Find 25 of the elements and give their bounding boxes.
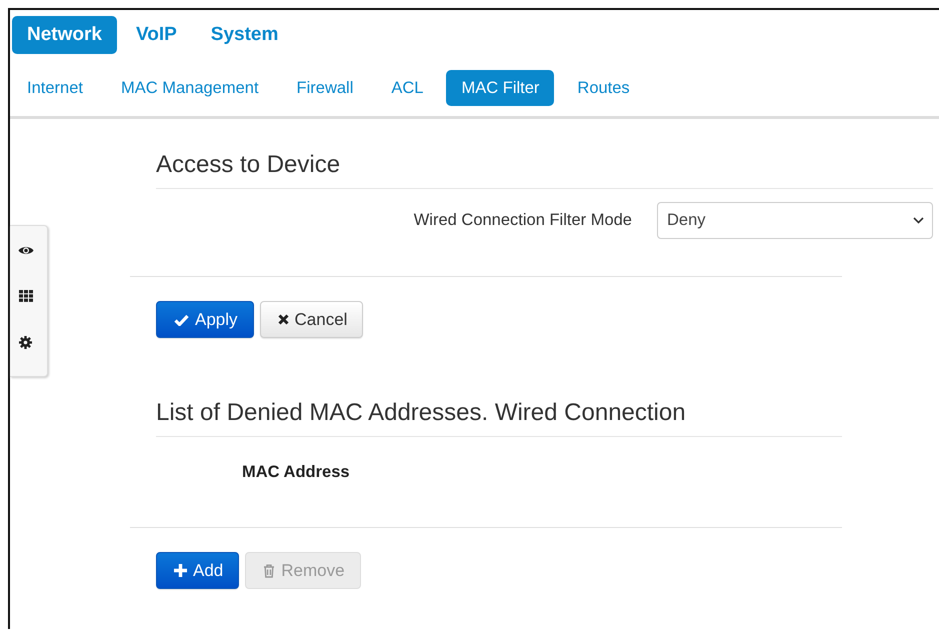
grid-icon[interactable] [18, 290, 32, 302]
sub-tab[interactable]: Firewall [282, 70, 368, 106]
sub-tab[interactable]: Routes [562, 70, 645, 106]
section-heading: Access to Device [156, 151, 933, 189]
sub-tab[interactable]: MAC Filter [446, 70, 554, 106]
trash-icon [263, 564, 276, 578]
sub-tab[interactable]: Internet [12, 70, 98, 106]
cancel-button[interactable]: Cancel [260, 301, 364, 338]
add-button[interactable]: Add [156, 552, 240, 589]
field-label: Wired Connection Filter Mode [414, 211, 632, 230]
eye-icon[interactable] [18, 245, 34, 256]
main-tab[interactable]: System [196, 16, 294, 54]
sub-tab[interactable]: MAC Management [106, 70, 274, 106]
settings-icon[interactable] [19, 336, 32, 349]
filter-mode-select[interactable]: Deny [657, 202, 933, 239]
check-icon [174, 314, 189, 326]
section-heading: List of Denied MAC Addresses. Wired Connection [156, 399, 842, 437]
sub-tab[interactable]: ACL [376, 70, 438, 106]
chevron-down-icon [913, 217, 924, 224]
close-icon [278, 314, 289, 325]
plus-icon [174, 564, 187, 577]
apply-button[interactable]: Apply [156, 301, 254, 338]
main-tab[interactable]: VoIP [120, 16, 192, 54]
column-header: MAC Address [242, 463, 351, 483]
main-tab[interactable]: Network [12, 16, 117, 54]
